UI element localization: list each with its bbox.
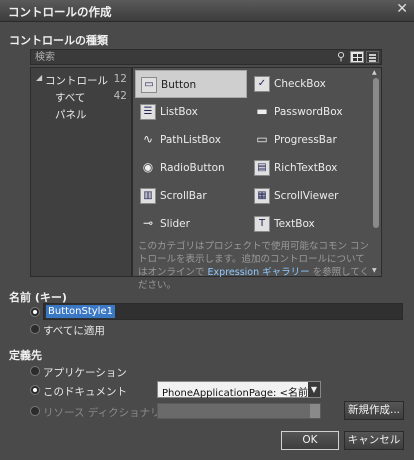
control-item-button[interactable]: ▭ Button — [135, 70, 247, 98]
document-select[interactable]: PhoneApplicationPage: <名前なし> ▼ — [157, 381, 321, 414]
control-item-scrollviewer[interactable]: ▦ ScrollViewer — [249, 182, 361, 210]
ok-button[interactable]: OK — [281, 431, 339, 450]
checkbox-icon: ✓ — [254, 76, 270, 92]
textbox-icon: T — [254, 216, 270, 232]
document-label: このドキュメント — [43, 386, 127, 398]
category-description: このカテゴリはプロジェクトで使用可能なコモン コントロールを表示します。追加のコ… — [138, 241, 370, 291]
control-item-slider[interactable]: ⊸ Slider — [135, 210, 247, 238]
search-input[interactable] — [35, 51, 325, 64]
resource-dict-radio[interactable] — [30, 406, 40, 416]
application-radio[interactable] — [30, 366, 40, 376]
name-field[interactable]: ButtonStyle1 — [43, 303, 403, 320]
button-icon: ▭ — [141, 77, 157, 93]
control-item-passwordbox[interactable]: ▬ PasswordBox — [249, 98, 361, 126]
title-bar: コントロールの作成 ✕ — [0, 0, 414, 22]
scrollviewer-icon: ▦ — [254, 188, 270, 204]
category-list: ◢ コントロール 12 すべて 42 パネル — [30, 67, 132, 277]
gallery-scrollbar[interactable]: ▲ ▼ — [371, 68, 381, 276]
application-label: アプリケーション — [43, 367, 127, 379]
control-types-heading: コントロールの種類 — [9, 34, 108, 47]
resource-dict-select — [157, 403, 321, 419]
richtextbox-icon: ▤ — [254, 160, 270, 176]
control-gallery: ▭ Button ✓ CheckBox ☰ ListBox ▬ Password… — [132, 67, 382, 291]
window-title: コントロールの作成 — [8, 5, 112, 19]
slider-icon: ⊸ — [142, 216, 154, 230]
document-radio[interactable] — [30, 385, 40, 395]
search-box: ⚲ — [30, 49, 382, 65]
search-icon[interactable]: ⚲ — [337, 50, 345, 63]
define-heading: 定義先 — [9, 349, 42, 362]
scroll-thumb[interactable] — [373, 78, 379, 228]
scroll-up-icon[interactable]: ▲ — [372, 69, 377, 76]
close-icon[interactable]: ✕ — [396, 1, 408, 17]
apply-all-label: すべてに適用 — [43, 325, 105, 337]
pathlistbox-icon: ∿ — [142, 132, 154, 146]
progressbar-icon: ▭ — [256, 132, 268, 146]
control-item-radiobutton[interactable]: ◉ RadioButton — [135, 154, 247, 182]
scrollbar-icon: ▥ — [140, 188, 156, 204]
category-item-controls[interactable]: ◢ コントロール 12 — [31, 71, 131, 88]
cancel-button[interactable]: キャンセル — [344, 431, 404, 450]
control-item-checkbox[interactable]: ✓ CheckBox — [249, 70, 361, 98]
grid-view-icon[interactable] — [350, 51, 364, 63]
radiobutton-icon: ◉ — [142, 160, 154, 174]
control-item-scrollbar[interactable]: ▥ ScrollBar — [135, 182, 247, 210]
category-item-all[interactable]: すべて 42 — [31, 88, 131, 105]
resource-dict-label: リソース ディクショナリ — [43, 407, 161, 419]
scroll-down-icon[interactable]: ▼ — [372, 267, 377, 274]
control-item-listbox[interactable]: ☰ ListBox — [135, 98, 247, 126]
control-item-progressbar[interactable]: ▭ ProgressBar — [249, 126, 361, 154]
list-view-icon[interactable] — [366, 51, 379, 63]
control-item-pathlistbox[interactable]: ∿ PathListBox — [135, 126, 247, 154]
resource-dict-chevron — [310, 404, 320, 418]
control-item-richtextbox[interactable]: ▤ RichTextBox — [249, 154, 361, 182]
expand-arrow-icon[interactable]: ◢ — [36, 73, 42, 82]
expression-gallery-link[interactable]: Expression ギャラリー — [208, 267, 310, 278]
name-radio[interactable] — [30, 307, 40, 317]
control-item-textbox[interactable]: T TextBox — [249, 210, 361, 238]
listbox-icon: ☰ — [140, 104, 156, 120]
chevron-down-icon[interactable]: ▼ — [308, 382, 320, 397]
new-resource-button[interactable]: 新規作成... — [344, 401, 404, 420]
passwordbox-icon: ▬ — [256, 104, 268, 118]
category-item-panels[interactable]: パネル — [31, 105, 131, 122]
apply-all-radio[interactable] — [30, 324, 40, 334]
